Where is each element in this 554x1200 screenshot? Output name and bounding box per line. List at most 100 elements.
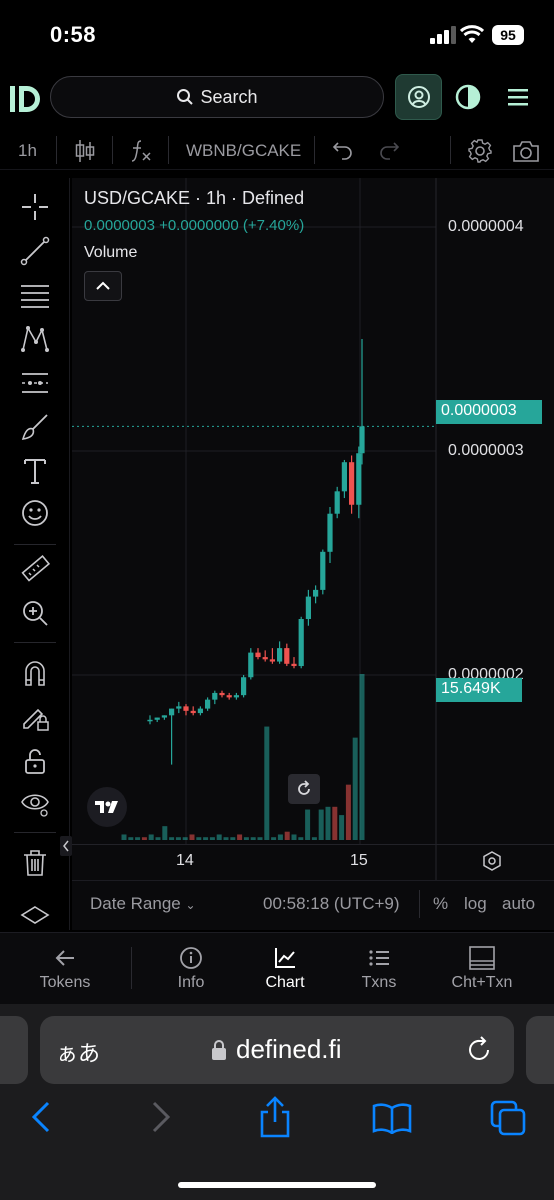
indicator-fx-icon[interactable] (130, 139, 152, 163)
search-bar[interactable]: Search (50, 76, 384, 118)
undo-icon[interactable] (332, 140, 354, 160)
volume-bar (257, 837, 263, 840)
tab-txns[interactable]: Txns (334, 933, 424, 1005)
candle-body (176, 706, 182, 709)
volume-bar (250, 837, 256, 840)
eye-icon[interactable] (20, 788, 50, 818)
volume-bar (298, 837, 304, 840)
volume-bar (243, 837, 249, 840)
volume-bar (175, 837, 181, 840)
candles-icon[interactable] (74, 139, 96, 163)
volume-bar (223, 837, 229, 840)
camera-icon[interactable] (512, 139, 540, 163)
fib-icon[interactable] (20, 280, 50, 310)
toolbar-toggle-button[interactable] (60, 836, 72, 856)
candle-body (269, 659, 275, 662)
divider (450, 136, 451, 164)
battery-indicator: 95 (492, 25, 524, 45)
date-range-label: Date Range (90, 894, 181, 913)
theme-icon[interactable] (455, 84, 481, 110)
brush-icon[interactable] (20, 412, 50, 442)
bookmarks-icon[interactable] (372, 1102, 412, 1134)
candle-body (277, 648, 283, 662)
app-tab-bar: Tokens Info Chart Txns Cht+Txn (0, 932, 554, 1004)
collapse-legend-button[interactable] (84, 271, 122, 301)
candle-body (334, 491, 340, 514)
auto-toggle[interactable]: auto (502, 894, 535, 914)
volume-bar (128, 837, 134, 840)
candle-body (154, 717, 160, 720)
defined-logo-icon[interactable] (8, 84, 42, 114)
zoom-in-icon[interactable] (20, 598, 50, 628)
volume-bar (284, 831, 290, 840)
volume-bar (264, 726, 270, 840)
volume-bar (230, 837, 236, 840)
trash-icon[interactable] (20, 848, 50, 878)
prediction-icon[interactable] (20, 368, 50, 398)
volume-bar (332, 806, 338, 840)
interval-selector[interactable]: 1h (18, 141, 37, 161)
tab-tokens[interactable]: Tokens (20, 933, 110, 1005)
tab-info[interactable]: Info (146, 933, 236, 1005)
previous-tab-preview[interactable] (0, 1016, 28, 1084)
reload-icon[interactable] (466, 1036, 494, 1064)
volume-bar (339, 815, 345, 840)
tab-chart[interactable]: Chart (240, 933, 330, 1005)
log-toggle[interactable]: log (464, 894, 487, 914)
volume-bar (148, 834, 154, 840)
candle-body (262, 657, 268, 660)
text-icon[interactable] (20, 456, 50, 486)
arrow-left-icon (55, 950, 74, 966)
percent-toggle[interactable]: % (433, 894, 448, 914)
candle-body (313, 589, 319, 597)
menu-icon[interactable] (508, 88, 528, 106)
time-axis-line (72, 844, 554, 845)
trendline-icon[interactable] (20, 236, 50, 266)
reset-chart-button[interactable] (288, 774, 320, 804)
magnet-icon[interactable] (20, 658, 50, 688)
candle-body (341, 462, 347, 492)
volume-bar (135, 837, 141, 840)
search-label: Search (200, 86, 258, 107)
tradingview-logo[interactable] (87, 787, 127, 827)
chart-legend-title: USD/GCAKE · 1h · Defined (84, 188, 305, 208)
share-icon[interactable] (258, 1096, 292, 1138)
candle-body (298, 619, 304, 667)
reader-settings-button[interactable]: ぁあ (56, 1036, 100, 1068)
divider (56, 136, 57, 164)
emoji-icon[interactable] (20, 498, 50, 528)
lock-icon (212, 1040, 226, 1060)
candle-body (284, 648, 290, 664)
volume-bar (209, 837, 215, 840)
pattern-icon[interactable] (20, 324, 50, 354)
next-tab-preview[interactable] (526, 1016, 554, 1084)
redo-icon[interactable] (378, 140, 400, 160)
volume-bar (141, 837, 147, 840)
crosshair-icon[interactable] (20, 192, 50, 222)
unlock-icon[interactable] (20, 746, 50, 776)
tabs-icon[interactable] (490, 1100, 526, 1136)
ruler-icon[interactable] (20, 554, 50, 584)
volume-bar (345, 784, 351, 840)
divider (314, 136, 315, 164)
lock-drawing-icon[interactable] (20, 702, 50, 732)
gear-icon[interactable] (467, 138, 493, 164)
search-icon (177, 89, 194, 105)
divider (168, 136, 169, 164)
user-icon (407, 86, 430, 108)
scale-settings-icon[interactable] (482, 850, 502, 872)
volume-bar (305, 809, 311, 840)
pair-selector[interactable]: WBNB/GCAKE (186, 141, 301, 161)
account-button[interactable] (395, 74, 442, 120)
tab-label: Cht+Txn (451, 974, 513, 991)
layers-icon[interactable] (20, 904, 50, 934)
volume-bar (196, 837, 202, 840)
date-range-button[interactable]: Date Range ⌄ (90, 894, 196, 914)
tab-cht-txn[interactable]: Cht+Txn (437, 933, 527, 1005)
candle-body (349, 462, 355, 505)
candle-body (359, 426, 365, 454)
volume-bar (237, 834, 243, 840)
forward-icon[interactable] (150, 1100, 172, 1134)
back-icon[interactable] (30, 1100, 52, 1134)
price-axis-label: 0.0000004 (448, 218, 524, 235)
